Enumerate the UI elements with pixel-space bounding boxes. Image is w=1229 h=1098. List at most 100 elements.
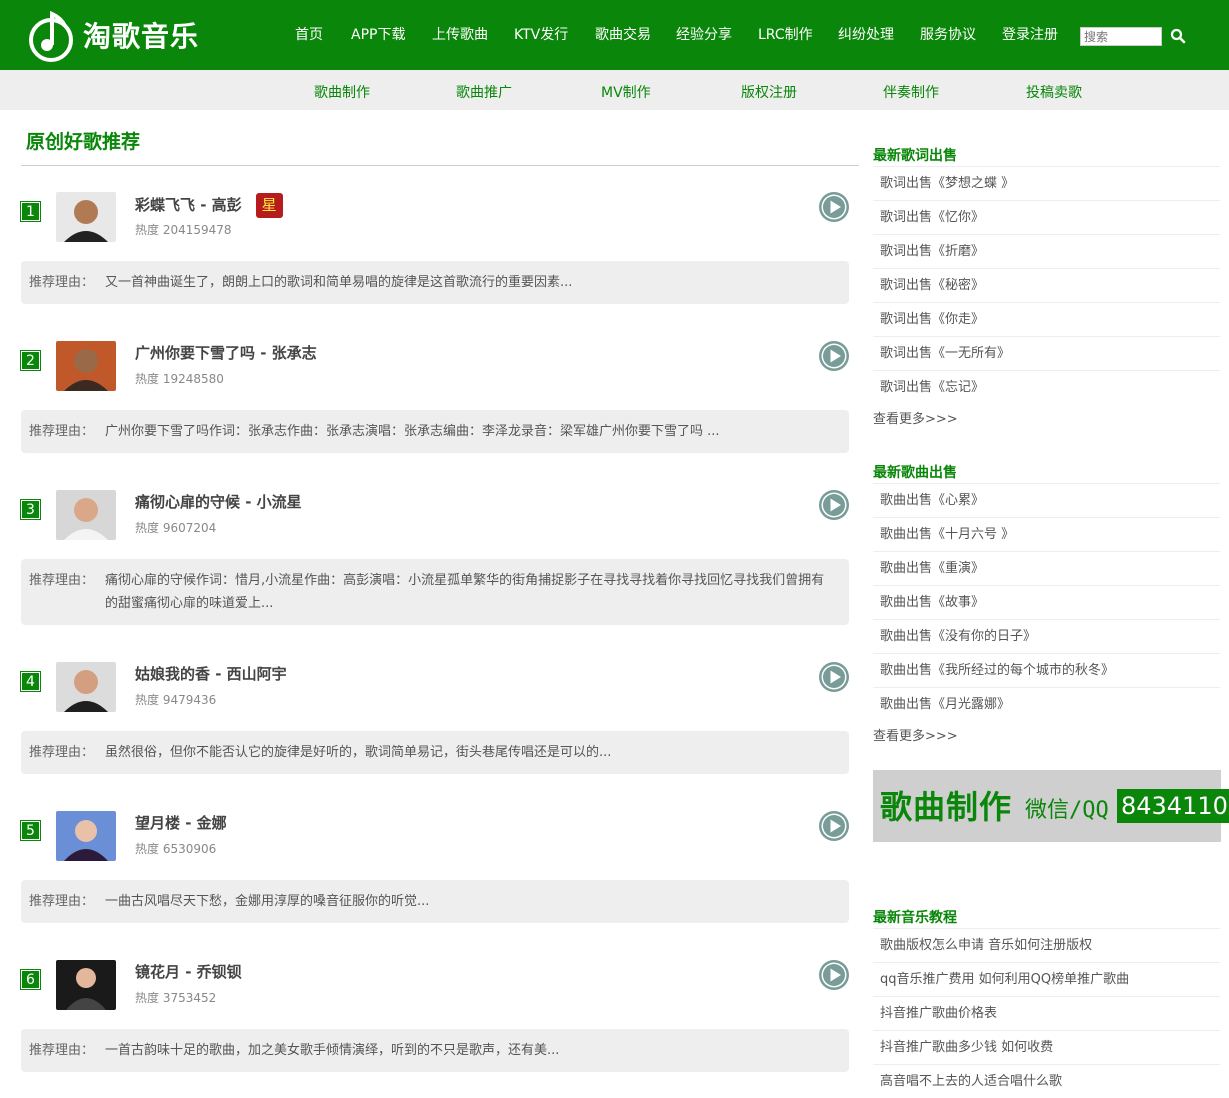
- search-icon[interactable]: [1170, 28, 1186, 44]
- song-title-text: 彩蝶飞飞 - 高彭: [135, 196, 242, 214]
- sidebar-lyrics-item[interactable]: 歌词出售《梦想之蝶 》: [873, 166, 1220, 200]
- sidebar-song-item[interactable]: 歌曲出售《我所经过的每个城市的秋冬》: [873, 653, 1220, 687]
- sidebar-song-item[interactable]: 歌曲出售《月光露娜》: [873, 687, 1220, 721]
- sidebar-lyrics-item[interactable]: 歌词出售《你走》: [873, 302, 1220, 336]
- recommend-reason: 推荐理由： 广州你要下雪了吗作词：张承志作曲：张承志演唱：张承志编曲：李泽龙录音…: [21, 410, 849, 453]
- sidebar-tutorial-item[interactable]: 抖音推广歌曲价格表: [873, 996, 1220, 1030]
- heat-count: 热度 9607204: [135, 521, 217, 535]
- recommend-reason: 推荐理由： 一首古韵味十足的歌曲，加之美女歌手倾情演绎，听到的不只是歌声，还有美…: [21, 1029, 849, 1072]
- sidebar-song-item[interactable]: 歌曲出售《十月六号 》: [873, 517, 1220, 551]
- nav-experience[interactable]: 经验分享: [676, 24, 732, 44]
- recommend-reason: 推荐理由： 又一首神曲诞生了，朗朗上口的歌词和简单易唱的旋律是这首歌流行的重要因…: [21, 261, 849, 304]
- lyrics-more-link[interactable]: 查看更多>>>: [873, 408, 958, 427]
- subnav-submit[interactable]: 投稿卖歌: [1026, 82, 1082, 102]
- reason-label: 推荐理由：: [29, 894, 95, 909]
- subnav-song-promotion[interactable]: 歌曲推广: [456, 82, 512, 102]
- recommend-reason: 推荐理由： 一曲古风唱尽天下愁，金娜用淳厚的嗓音征服你的听觉...: [21, 880, 849, 923]
- sub-nav: 歌曲制作 歌曲推广 MV制作 版权注册 伴奏制作 投稿卖歌: [0, 70, 1229, 110]
- sidebar-song-item[interactable]: 歌曲出售《没有你的日子》: [873, 619, 1220, 653]
- nav-trade[interactable]: 歌曲交易: [595, 24, 651, 44]
- sidebar-songs-list: 歌曲出售《心累》 歌曲出售《十月六号 》 歌曲出售《重演》 歌曲出售《故事》 歌…: [873, 483, 1220, 721]
- reason-label: 推荐理由：: [29, 424, 95, 439]
- heat-count: 热度 6530906: [135, 842, 217, 856]
- rank-badge: 5: [20, 820, 41, 841]
- reason-text: 广州你要下雪了吗作词：张承志作曲：张承志演唱：张承志编曲：李泽龙录音：梁军雄广州…: [105, 424, 720, 439]
- avatar[interactable]: [56, 192, 116, 242]
- heat-count: 热度 204159478: [135, 223, 232, 237]
- songs-more-link[interactable]: 查看更多>>>: [873, 725, 958, 744]
- avatar[interactable]: [56, 811, 116, 861]
- ad-qq-number: 8434110: [1117, 789, 1229, 823]
- sidebar-lyrics-item[interactable]: 歌词出售《一无所有》: [873, 336, 1220, 370]
- nav-app-download[interactable]: APP下载: [351, 24, 405, 44]
- play-icon[interactable]: [818, 661, 850, 693]
- sidebar-lyrics-item[interactable]: 歌词出售《秘密》: [873, 268, 1220, 302]
- rank-badge: 6: [20, 969, 41, 990]
- rank-badge: 2: [20, 350, 41, 371]
- sidebar-tutorial-item[interactable]: 高音唱不上去的人适合唱什么歌: [873, 1064, 1220, 1098]
- heat-count: 热度 19248580: [135, 372, 224, 386]
- brand-name: 淘歌音乐: [83, 20, 200, 53]
- sidebar-tutorial-item[interactable]: 抖音推广歌曲多少钱 如何收费: [873, 1030, 1220, 1064]
- sidebar-songs-title: 最新歌曲出售: [873, 465, 957, 481]
- subnav-mv[interactable]: MV制作: [601, 82, 651, 102]
- recommend-reason: 推荐理由： 虽然很俗，但你不能否认它的旋律是好听的，歌词简单易记，街头巷尾传唱还…: [21, 731, 849, 774]
- rank-badge: 1: [20, 201, 41, 222]
- reason-text: 虽然很俗，但你不能否认它的旋律是好听的，歌词简单易记，街头巷尾传唱还是可以的..…: [105, 745, 612, 760]
- reason-label: 推荐理由：: [29, 745, 95, 760]
- nav-upload[interactable]: 上传歌曲: [432, 24, 488, 44]
- ad-banner[interactable]: 歌曲制作 微信/QQ 8434110: [873, 770, 1229, 842]
- sidebar-tutorials-title: 最新音乐教程: [873, 910, 957, 926]
- reason-label: 推荐理由：: [29, 1043, 95, 1058]
- reason-text: 一曲古风唱尽天下愁，金娜用淳厚的嗓音征服你的听觉...: [105, 894, 430, 909]
- reason-text: 一首古韵味十足的歌曲，加之美女歌手倾情演绎，听到的不只是歌声，还有美...: [105, 1043, 560, 1058]
- nav-lrc[interactable]: LRC制作: [758, 24, 813, 44]
- music-note-logo-icon: [29, 10, 73, 62]
- sidebar-lyrics-list: 歌词出售《梦想之蝶 》 歌词出售《忆你》 歌词出售《折磨》 歌词出售《秘密》 歌…: [873, 166, 1220, 404]
- avatar[interactable]: [56, 662, 116, 712]
- avatar[interactable]: [56, 490, 116, 540]
- search-input[interactable]: [1080, 27, 1162, 46]
- play-icon[interactable]: [818, 489, 850, 521]
- play-icon[interactable]: [818, 959, 850, 991]
- song-title[interactable]: 广州你要下雪了吗 - 张承志: [135, 342, 317, 363]
- reason-label: 推荐理由：: [29, 275, 95, 290]
- song-title[interactable]: 镜花月 - 乔钡钡: [135, 961, 242, 982]
- song-title[interactable]: 姑娘我的香 - 西山阿宇: [135, 663, 287, 684]
- reason-label: 推荐理由：: [29, 573, 95, 588]
- sidebar-tutorial-item[interactable]: 歌曲版权怎么申请 音乐如何注册版权: [873, 928, 1220, 962]
- song-title[interactable]: 彩蝶飞飞 - 高彭星: [135, 193, 283, 218]
- sidebar-lyrics-item[interactable]: 歌词出售《忆你》: [873, 200, 1220, 234]
- nav-service[interactable]: 服务协议: [920, 24, 976, 44]
- avatar[interactable]: [56, 960, 116, 1010]
- top-bar: 淘歌音乐 首页 APP下载 上传歌曲 KTV发行 歌曲交易 经验分享 LRC制作…: [0, 0, 1229, 70]
- nav-dispute[interactable]: 纠纷处理: [838, 24, 894, 44]
- sidebar-lyrics-title: 最新歌词出售: [873, 148, 957, 164]
- reason-text: 又一首神曲诞生了，朗朗上口的歌词和简单易唱的旋律是这首歌流行的重要因素...: [105, 275, 573, 290]
- sidebar-song-item[interactable]: 歌曲出售《故事》: [873, 585, 1220, 619]
- avatar[interactable]: [56, 341, 116, 391]
- subnav-accompaniment[interactable]: 伴奏制作: [883, 82, 939, 102]
- ad-wechat-label: 微信/QQ: [1025, 798, 1109, 823]
- subnav-copyright[interactable]: 版权注册: [741, 82, 797, 102]
- song-title[interactable]: 望月楼 - 金娜: [135, 812, 227, 833]
- subnav-song-production[interactable]: 歌曲制作: [314, 82, 370, 102]
- rank-badge: 3: [20, 499, 41, 520]
- play-icon[interactable]: [818, 340, 850, 372]
- sidebar-song-item[interactable]: 歌曲出售《心累》: [873, 483, 1220, 517]
- rank-badge: 4: [20, 671, 41, 692]
- sidebar-lyrics-item[interactable]: 歌词出售《折磨》: [873, 234, 1220, 268]
- logo[interactable]: 淘歌音乐: [27, 6, 199, 64]
- play-icon[interactable]: [818, 810, 850, 842]
- nav-login[interactable]: 登录注册: [1002, 24, 1058, 44]
- heat-count: 热度 9479436: [135, 693, 217, 707]
- sidebar-tutorial-item[interactable]: qq音乐推广费用 如何利用QQ榜单推广歌曲: [873, 962, 1220, 996]
- play-icon[interactable]: [818, 191, 850, 223]
- sidebar-song-item[interactable]: 歌曲出售《重演》: [873, 551, 1220, 585]
- sidebar-lyrics-item[interactable]: 歌词出售《忘记》: [873, 370, 1220, 404]
- nav-ktv[interactable]: KTV发行: [514, 24, 568, 44]
- reason-text: 痛彻心扉的守候作词：惜月,小流星作曲：高彭演唱：小流星孤单繁华的街角捕捉影子在寻…: [105, 573, 825, 611]
- star-badge: 星: [255, 193, 283, 218]
- song-title[interactable]: 痛彻心扉的守候 - 小流星: [135, 491, 302, 512]
- nav-home[interactable]: 首页: [295, 24, 323, 44]
